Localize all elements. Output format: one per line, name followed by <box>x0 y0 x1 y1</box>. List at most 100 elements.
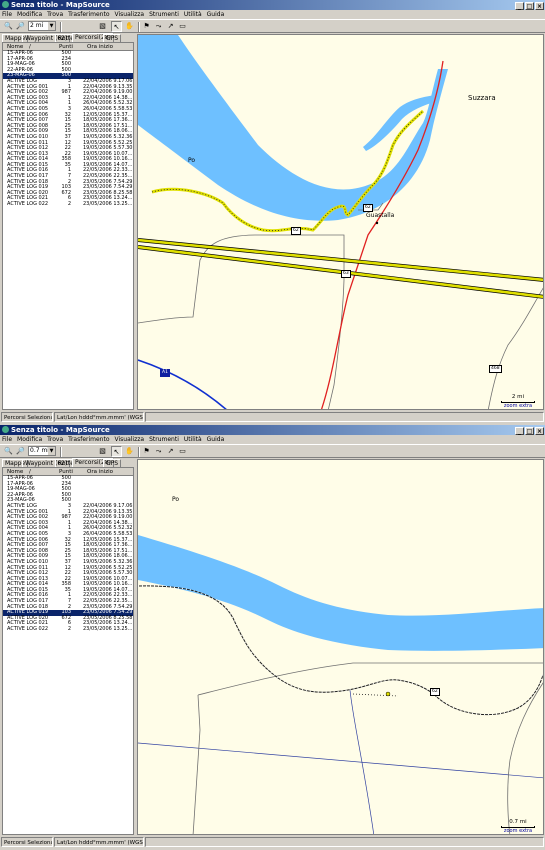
road-red <box>320 60 444 409</box>
track-name: ACTIVE LOG 022 <box>7 201 49 208</box>
window-title: Senza titolo - MapSource <box>11 1 110 9</box>
zoom-out-icon[interactable]: 🔎 <box>15 21 26 32</box>
track-start-time: 23/05/2006 13.25... <box>83 626 133 633</box>
road-shield-63: 63 <box>341 270 351 278</box>
road-62 <box>197 662 543 696</box>
menu-utilities[interactable]: Utilità <box>184 436 202 443</box>
status-format: Lat/Lon hddd°mm.mmm' (WGS 84) <box>54 412 144 422</box>
menu-find[interactable]: Trova <box>47 436 63 443</box>
menu-tools[interactable]: Strumenti <box>149 11 179 18</box>
column-start-header[interactable]: Ora inizio <box>87 43 113 51</box>
select-icon[interactable]: ↖ <box>111 446 122 457</box>
scale-distance: 2 mi <box>511 394 525 400</box>
menu-utilities[interactable]: Utilità <box>184 11 202 18</box>
status-format: Lat/Lon hddd°mm.mmm' (WGS 84) <box>54 837 144 847</box>
menu-help[interactable]: Guida <box>207 11 225 18</box>
zoom-in-icon[interactable]: 🔍 <box>3 21 14 32</box>
city-marker <box>375 221 379 225</box>
maximize-button[interactable]: □ <box>525 2 534 10</box>
track-row[interactable]: ACTIVE LOG 022 2 23/05/2006 13.25... <box>3 626 133 633</box>
minimize-button[interactable]: _ <box>515 2 524 10</box>
river-po <box>138 535 543 651</box>
map-label-suzzara: Suzzara <box>468 94 496 102</box>
zoom-in-icon[interactable]: 🔍 <box>3 446 14 457</box>
menu-file[interactable]: File <box>2 436 12 443</box>
zoom-level-value: 0.7 mi <box>30 447 49 454</box>
title-bar[interactable]: Senza titolo - MapSource _ □ × <box>0 425 545 435</box>
map-tool-icon[interactable]: ▧ <box>97 446 108 457</box>
status-selection: Percorsi Selezionati <box>1 837 53 847</box>
toolbar: 🔍 🔎 0.7 mi ▼ ▧ ↖ ✋ ⚑ ⤳ ↗ ▭ <box>0 444 545 458</box>
map-view[interactable]: Po Suzzara Guastalla 62 62 63 468 A1 2 m… <box>137 34 544 410</box>
menu-bar: File Modifica Trova Trasferimento Visualizza… <box>0 10 545 19</box>
menu-find[interactable]: Trova <box>47 11 63 18</box>
route-icon[interactable]: ⤳ <box>153 21 164 32</box>
title-bar[interactable]: Senza titolo - MapSource _ □ × <box>0 0 545 10</box>
data-panel: Mappe Waypoint (62) Rotte Percorsi(28) G… <box>0 458 136 835</box>
road-shield-62a: 62 <box>363 204 373 212</box>
track-start-time: 23/05/2006 13.25... <box>83 201 133 208</box>
menu-edit[interactable]: Modifica <box>17 11 42 18</box>
track-points: 2 <box>67 201 71 208</box>
status-info <box>145 837 544 847</box>
tracks-list[interactable]: Nome / Punti Ora inizio 15-APR-06 500 17-A… <box>2 467 134 835</box>
measure-icon[interactable]: ▭ <box>177 446 188 457</box>
map-label-po: Po <box>172 496 180 503</box>
waypoint-flag-icon[interactable]: ⚑ <box>141 21 152 32</box>
close-button[interactable]: × <box>535 2 544 10</box>
route-icon[interactable]: ⤳ <box>153 446 164 457</box>
close-button[interactable]: × <box>535 427 544 435</box>
chevron-down-icon[interactable]: ▼ <box>48 22 55 30</box>
hand-icon[interactable]: ✋ <box>124 21 135 32</box>
status-selection: Percorsi Selezionati <box>1 412 53 422</box>
road-shield-a1: A1 <box>160 369 170 377</box>
map-canvas[interactable] <box>138 35 544 410</box>
track-row[interactable]: ACTIVE LOG 022 2 23/05/2006 13.25... <box>3 201 133 208</box>
hand-icon[interactable]: ✋ <box>124 446 135 457</box>
menu-edit[interactable]: Modifica <box>17 436 42 443</box>
menu-tools[interactable]: Strumenti <box>149 436 179 443</box>
pointer-icon[interactable]: ↗ <box>165 446 176 457</box>
track-points <box>138 585 543 716</box>
zoom-level-select[interactable]: 0.7 mi ▼ <box>28 446 56 456</box>
zoom-extra-label: zoom extra <box>503 403 533 409</box>
river-po <box>138 35 448 221</box>
select-icon[interactable]: ↖ <box>111 21 122 32</box>
track-name: ACTIVE LOG 022 <box>7 626 49 633</box>
app-icon <box>2 1 9 8</box>
column-start-header[interactable]: Ora inizio <box>87 468 113 476</box>
menu-file[interactable]: File <box>2 11 12 18</box>
tracks-list[interactable]: Nome / Punti Ora inizio 15-APR-06 500 17-A… <box>2 42 134 410</box>
status-info <box>145 412 544 422</box>
menu-view[interactable]: Visualizza <box>115 436 145 443</box>
status-bar: Percorsi Selezionati Lat/Lon hddd°mm.mmm… <box>0 836 545 848</box>
toolbar: 🔍 🔎 2 mi ▼ ▧ ↖ ✋ ⚑ ⤳ ↗ ▭ <box>0 19 545 33</box>
maximize-button[interactable]: □ <box>525 427 534 435</box>
road-shield-468: 468 <box>489 365 502 373</box>
chevron-down-icon[interactable]: ▼ <box>48 447 55 455</box>
tab-gps[interactable]: GPS <box>103 459 122 467</box>
tracks-rows: 15-APR-06 500 17-APR-06 234 19-MAG-06 500 22-A… <box>3 475 133 633</box>
waypoint-flag-icon[interactable]: ⚑ <box>141 446 152 457</box>
map-label-po: Po <box>188 157 196 164</box>
menu-help[interactable]: Guida <box>207 436 225 443</box>
app-icon <box>2 426 9 433</box>
map-canvas[interactable] <box>138 460 544 835</box>
track-segment <box>352 693 399 697</box>
mapsource-window-top: Senza titolo - MapSource _ □ × File Modific… <box>0 0 545 425</box>
map-label-guastalla: Guastalla <box>366 212 395 219</box>
status-bar: Percorsi Selezionati Lat/Lon hddd°mm.mmm… <box>0 411 545 423</box>
menu-transfer[interactable]: Trasferimento <box>68 11 109 18</box>
zoom-out-icon[interactable]: 🔎 <box>15 446 26 457</box>
zoom-level-select[interactable]: 2 mi ▼ <box>28 21 56 31</box>
menu-transfer[interactable]: Trasferimento <box>68 436 109 443</box>
menu-view[interactable]: Visualizza <box>115 11 145 18</box>
measure-icon[interactable]: ▭ <box>177 21 188 32</box>
map-view[interactable]: Po 62 0.7 mi zoom extra <box>137 459 544 835</box>
track-line <box>138 585 543 716</box>
map-tool-icon[interactable]: ▧ <box>97 21 108 32</box>
mapsource-window-bottom: Senza titolo - MapSource _ □ × File Modific… <box>0 425 545 850</box>
tab-gps[interactable]: GPS <box>103 34 122 42</box>
pointer-icon[interactable]: ↗ <box>165 21 176 32</box>
minimize-button[interactable]: _ <box>515 427 524 435</box>
